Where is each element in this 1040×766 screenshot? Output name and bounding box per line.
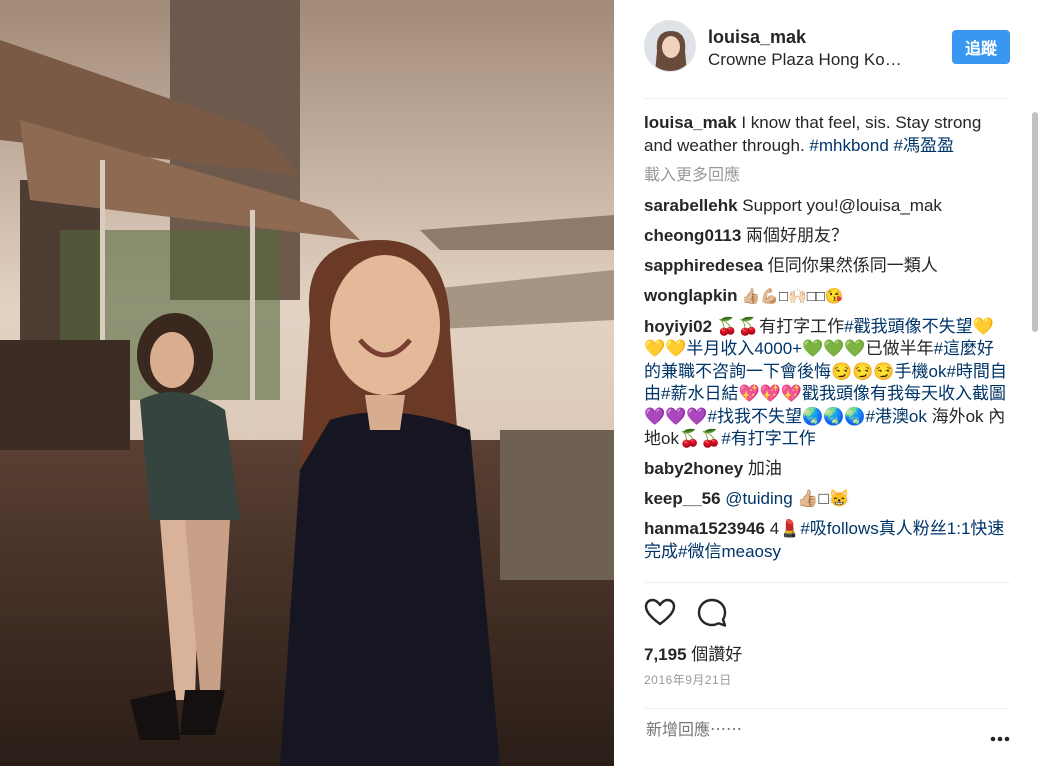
heart-icon [644, 598, 676, 626]
comment-item: cheong0113 兩個好朋友？ [644, 225, 1010, 248]
comment-text: Support you!@louisa_mak [737, 195, 942, 215]
caption: louisa_mak I know that feel, sis. Stay s… [644, 112, 1010, 157]
caption-hashtag-mhkbond[interactable]: #mhkbond [809, 136, 888, 155]
comment-text: 佢同你果然係同一類人 [763, 255, 938, 275]
post-header: louisa_mak Crowne Plaza Hong Ko… 追蹤 [644, 20, 1010, 99]
likes-count[interactable]: 7,195 個讚好 [644, 640, 742, 665]
likes-number: 7,195 [644, 645, 687, 664]
comment-username[interactable]: cheong0113 [644, 226, 741, 245]
comment-text: 4💄 [764, 519, 801, 538]
comment-username[interactable]: hanma1523946 [644, 519, 765, 538]
post-panel: louisa_mak Crowne Plaza Hong Ko… 追蹤 loui… [614, 0, 1040, 766]
likes-label: 個讚好 [686, 645, 743, 664]
comment-item: hoyiyi02 🍒🍒有打字工作#戳我頭像不失望💛💛💛半月收入4000+💚💚💚已… [644, 316, 1010, 451]
like-button[interactable] [644, 597, 676, 629]
comment-username[interactable]: wonglapkin [644, 286, 738, 305]
comment-username[interactable]: baby2honey [644, 459, 743, 478]
post-author-username[interactable]: louisa_mak [708, 27, 806, 48]
comment-mention[interactable]: @tuiding [721, 489, 792, 508]
post-actions: 7,195 個讚好 2016年9月21日 [644, 582, 1010, 695]
comment-button[interactable] [696, 597, 728, 629]
follow-button[interactable]: 追蹤 [952, 30, 1010, 64]
post-location[interactable]: Crowne Plaza Hong Ko… [708, 50, 928, 70]
speech-bubble-icon [697, 598, 727, 627]
add-comment-section [644, 708, 1010, 757]
comment-item: keep__56 @tuiding 👍🏼□😸 [644, 488, 1010, 511]
comment-item: hanma1523946 4💄#吸follows真人粉丝1:1快速完成#微信me… [644, 518, 1010, 563]
comment-text: 👍🏼□😸 [792, 489, 850, 508]
post-photo [0, 0, 614, 766]
comments-list: louisa_mak I know that feel, sis. Stay s… [644, 112, 1010, 582]
photo-illustration [0, 0, 614, 766]
comment-username[interactable]: keep__56 [644, 489, 721, 508]
caption-hashtag-name[interactable]: #馮盈盈 [894, 136, 954, 155]
more-options-button[interactable] [990, 729, 1010, 747]
comment-username[interactable]: sapphiredesea [644, 256, 763, 275]
comment-text: 加油 [743, 459, 782, 478]
ellipsis-icon [990, 736, 1010, 742]
comment-item: baby2honey 加油 [644, 458, 1010, 481]
post-date[interactable]: 2016年9月21日 [644, 671, 732, 688]
comment-text: 🍒🍒有打字工作 [712, 316, 845, 336]
comment-text: 已做半年 [865, 339, 934, 358]
comment-text: 兩個好朋友？ [741, 225, 849, 245]
comment-username[interactable]: sarabellehk [644, 196, 738, 215]
comment-item: sarabellehk Support you!@louisa_mak [644, 195, 1010, 218]
load-more-comments-button[interactable]: 載入更多回應 [644, 165, 1010, 188]
avatar[interactable] [644, 20, 696, 72]
comments-scrollbar[interactable] [1032, 112, 1038, 332]
comment-text: 👍🏼💪🏼□🙌🏻□□😘 [737, 287, 844, 305]
caption-username[interactable]: louisa_mak [644, 113, 737, 132]
avatar-image [645, 21, 695, 71]
comment-item: wonglapkin 👍🏼💪🏼□🙌🏻□□😘 [644, 285, 1010, 309]
comment-text: 🍒🍒 [678, 429, 722, 448]
add-comment-input[interactable] [644, 721, 968, 741]
comment-username[interactable]: hoyiyi02 [644, 317, 712, 336]
comment-item: sapphiredesea 佢同你果然係同一類人 [644, 255, 1010, 278]
comment-hashtag[interactable]: #有打字工作 [721, 429, 815, 448]
